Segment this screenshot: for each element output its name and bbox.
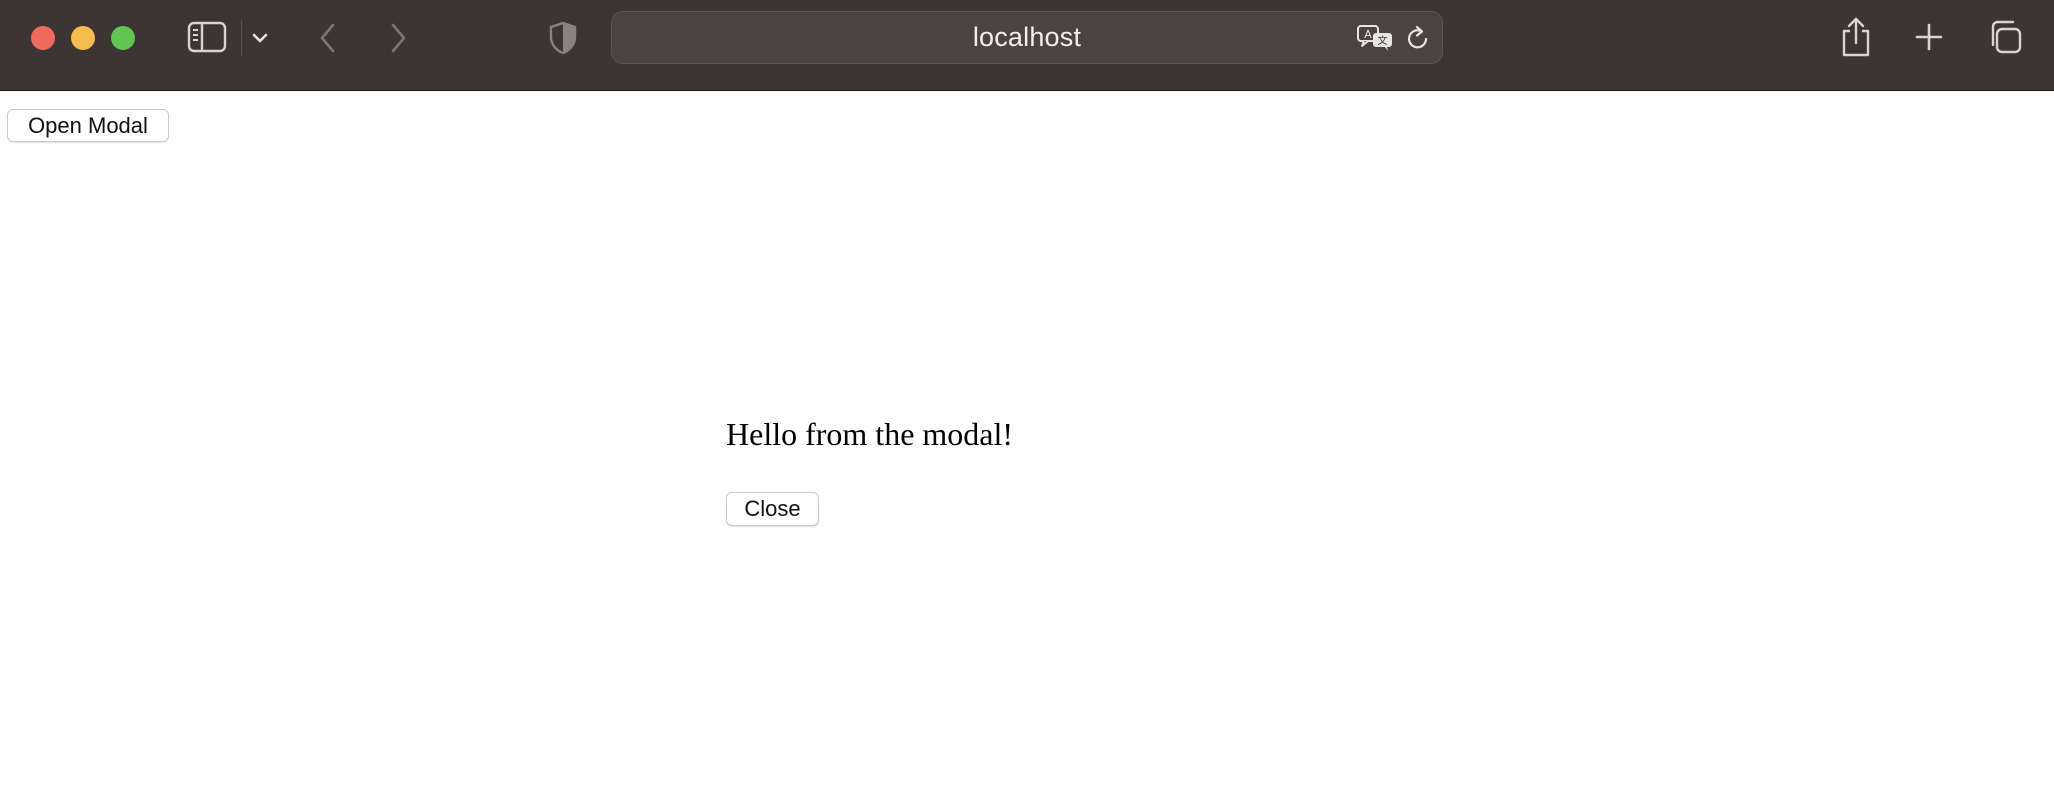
zoom-window-button[interactable]: [111, 26, 135, 50]
browser-toolbar: localhost A 文: [0, 0, 2054, 91]
minimize-window-button[interactable]: [71, 26, 95, 50]
modal-message: Hello from the modal!: [726, 416, 1014, 452]
address-bar[interactable]: localhost: [611, 11, 1443, 64]
share-icon[interactable]: [1838, 16, 1874, 58]
svg-text:A: A: [1364, 28, 1372, 41]
chevron-right-icon: [391, 23, 406, 53]
back-button[interactable]: [314, 20, 342, 56]
sidebar-icon[interactable]: [186, 20, 228, 54]
close-modal-button[interactable]: Close: [726, 492, 819, 526]
chevron-left-icon: [320, 23, 335, 53]
open-modal-button[interactable]: Open Modal: [7, 109, 169, 142]
translate-icon[interactable]: A 文: [1356, 22, 1394, 54]
toolbar-divider: [241, 20, 242, 56]
chevron-down-icon[interactable]: [248, 24, 272, 52]
url-text[interactable]: localhost: [612, 12, 1442, 63]
shield-icon[interactable]: [547, 20, 579, 56]
tabs-overview-icon[interactable]: [1986, 18, 2024, 56]
close-window-button[interactable]: [31, 26, 55, 50]
plus-icon[interactable]: [1912, 20, 1946, 54]
reload-icon[interactable]: [1404, 22, 1432, 54]
forward-button[interactable]: [384, 20, 412, 56]
svg-text:文: 文: [1378, 34, 1388, 47]
page-content: Open Modal Hello from the modal! Close: [0, 91, 2054, 804]
